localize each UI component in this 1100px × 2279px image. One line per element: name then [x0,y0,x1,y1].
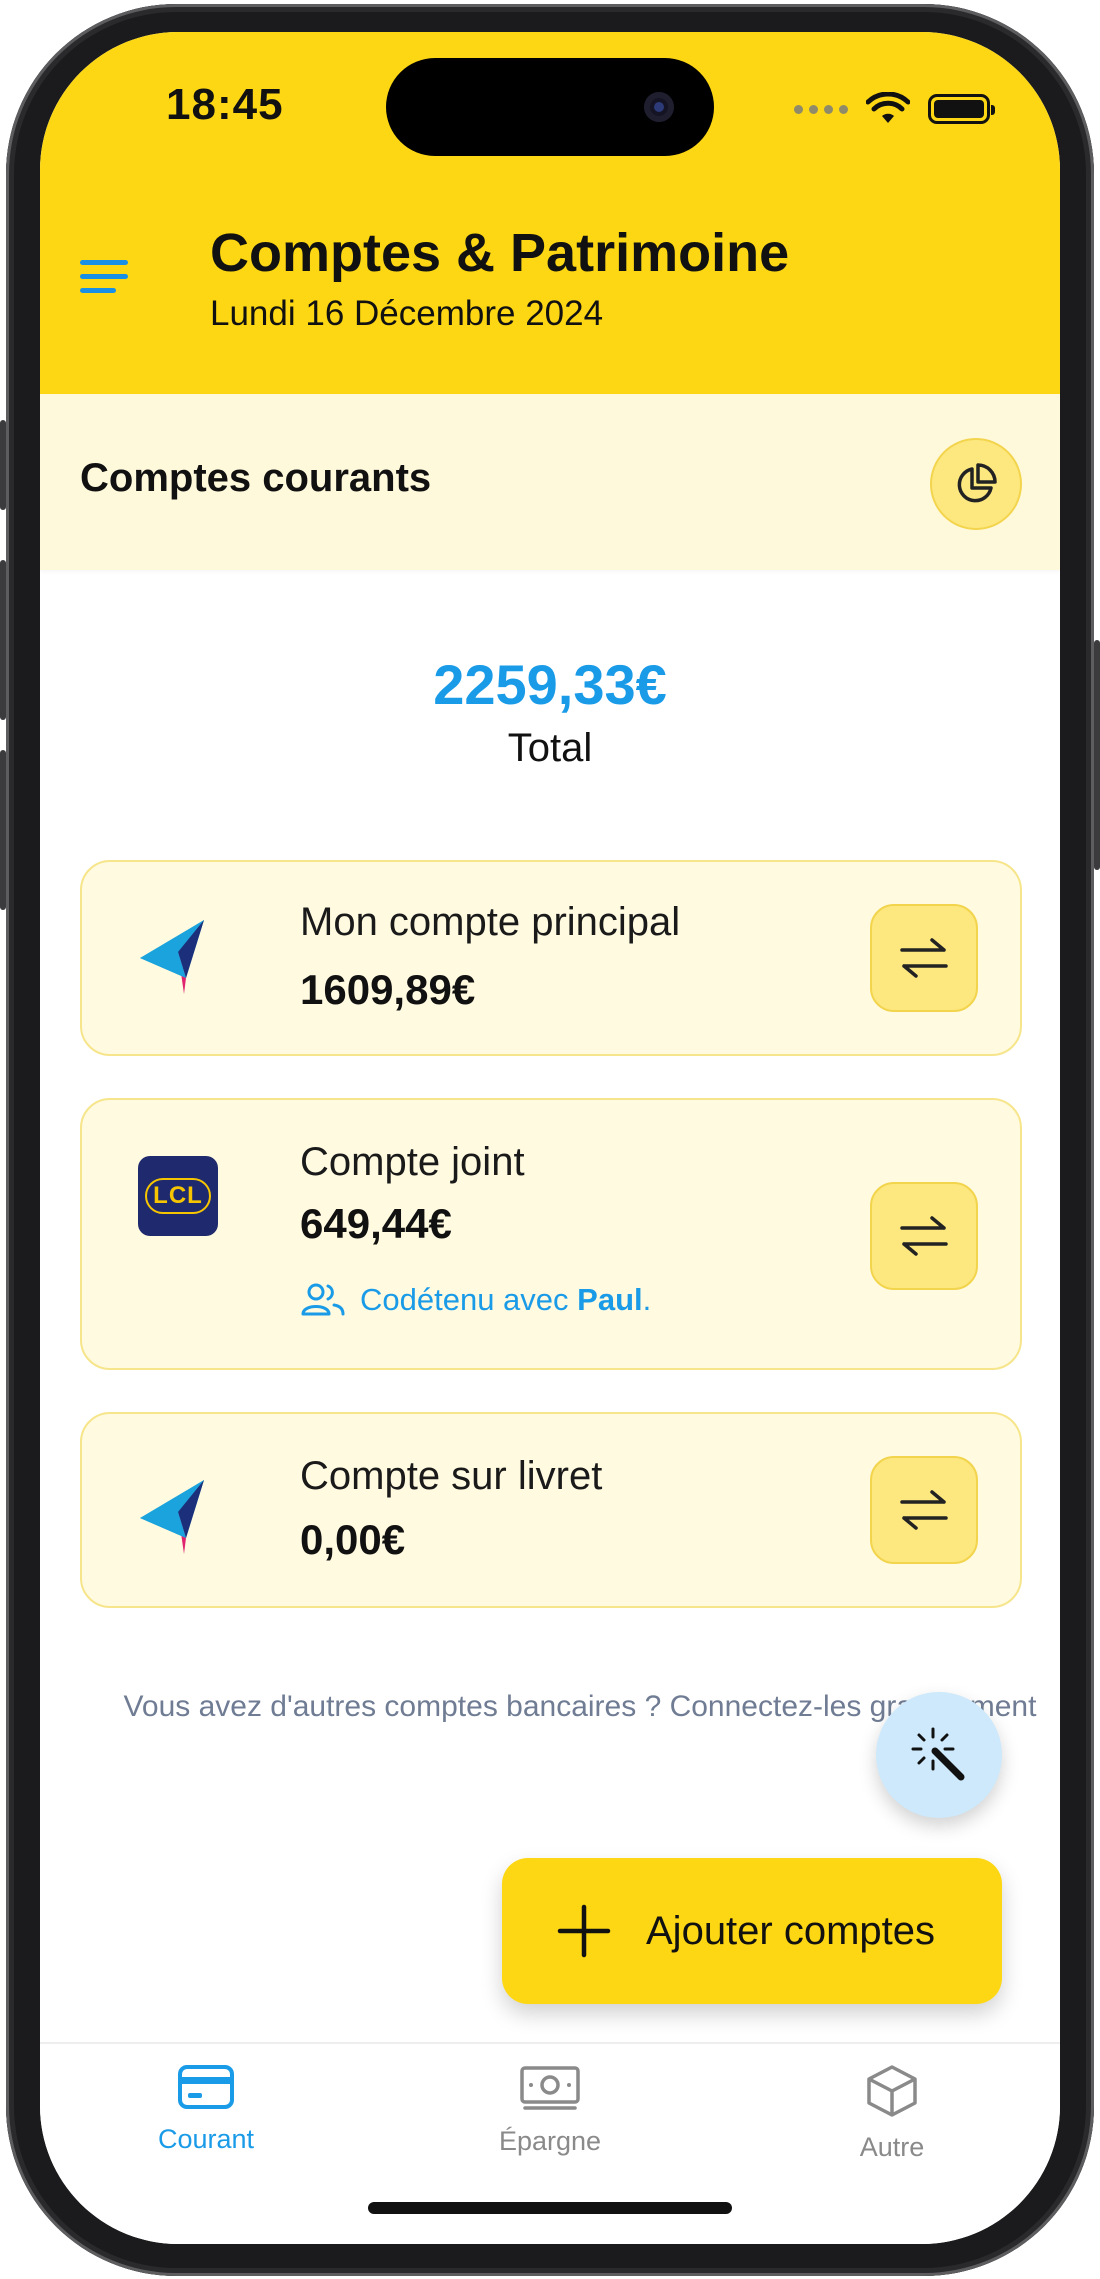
volume-down-button [0,750,6,910]
account-balance: 0,00€ [300,1516,406,1563]
section-header: Comptes courants [40,394,1060,570]
cube-icon [867,2065,917,2117]
account-balance: 649,44€ [300,1200,452,1247]
account-name: Compte sur livret [300,1454,603,1498]
menu-button[interactable] [80,254,140,304]
tab-label: Courant [157,2124,255,2154]
account-card[interactable]: Mon compte principal 1609,89€ [80,860,1022,1056]
co-holder-text: Codétenu avec Paul. [360,1282,652,1317]
pie-chart-icon [957,463,997,503]
transfer-arrows-icon [900,1490,948,1530]
arrow-bank-logo-icon [140,920,204,994]
transfer-arrows-icon [900,1216,948,1256]
add-accounts-label: Ajouter comptes [646,1908,936,1953]
account-card[interactable]: LCL Compte joint 649,44€ Codétenu avec P… [80,1098,1022,1370]
tab-epargne[interactable]: Épargne [450,2064,650,2157]
page-title: Comptes & Patrimoine [210,223,790,283]
users-icon [301,1283,345,1316]
banknote-icon [520,2066,580,2110]
app-screen: 18:45 Comptes & Patrimoine Lundi 16 Déce… [40,32,1060,2244]
lcl-bank-logo-icon: LCL [138,1156,218,1236]
section-title: Comptes courants [80,456,432,500]
transfer-arrows-icon [900,938,948,978]
total-amount: 2259,33€ [433,653,667,716]
wifi-icon [866,92,910,123]
dynamic-island [386,58,714,156]
tab-label: Épargne [498,2126,602,2156]
volume-up-button [0,560,6,720]
tab-courant[interactable]: Courant [106,2064,306,2155]
silent-switch [0,420,6,510]
status-time: 18:45 [166,80,284,129]
account-card[interactable]: Compte sur livret 0,00€ [80,1412,1022,1608]
power-button [1094,640,1100,870]
arrow-bank-logo-icon [140,1480,204,1554]
plus-icon [557,1904,611,1958]
magic-wand-icon [911,1727,965,1781]
transfer-button[interactable] [870,1456,978,1564]
app-header: 18:45 Comptes & Patrimoine Lundi 16 Déce… [40,32,1060,394]
add-accounts-button[interactable]: Ajouter comptes [502,1858,1002,2004]
menu-icon [80,260,128,265]
total-label: Total [507,726,593,770]
tab-label: Autre [859,2132,925,2162]
page-date: Lundi 16 Décembre 2024 [210,294,604,333]
chart-button[interactable] [930,438,1022,530]
transfer-button[interactable] [870,1182,978,1290]
account-name: Mon compte principal [300,900,681,944]
magic-assistant-button[interactable] [876,1692,1002,1818]
transfer-button[interactable] [870,904,978,1012]
co-holder-name: Paul [577,1282,643,1317]
card-icon [178,2065,234,2109]
status-icons [794,92,995,126]
tab-autre[interactable]: Autre [792,2064,992,2163]
account-balance: 1609,89€ [300,966,476,1013]
cellular-signal-icon [794,104,848,114]
battery-icon [928,94,995,124]
camera-icon [644,92,674,122]
co-holder-info: Codétenu avec Paul. [300,1282,651,1318]
account-name: Compte joint [300,1140,525,1184]
home-indicator[interactable] [368,2202,732,2214]
